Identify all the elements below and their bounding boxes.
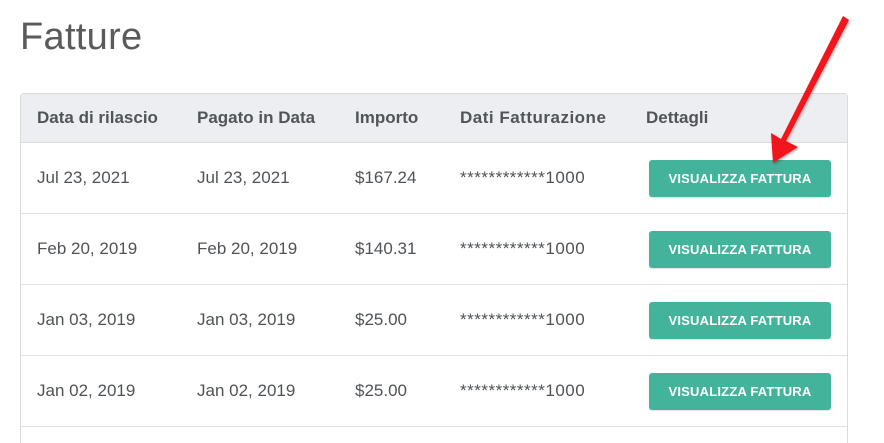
paid-date-cell: Jan 02, 2019 xyxy=(197,381,296,400)
paid-date-cell: Jul 23, 2021 xyxy=(197,168,290,187)
issue-date-cell: Jan 03, 2019 xyxy=(37,310,136,329)
issue-date-cell: Feb 20, 2019 xyxy=(37,239,138,258)
table-row: Feb 20, 2019 Feb 20, 2019 $140.31 ******… xyxy=(21,214,847,285)
billing-info-cell: ************1000 xyxy=(460,381,586,400)
details-cell: VISUALIZZA FATTURA xyxy=(646,372,847,410)
amount-cell: $25.00 xyxy=(355,310,407,329)
details-cell: VISUALIZZA FATTURA xyxy=(646,230,847,268)
table-header: Data di rilascio Pagato in Data Importo … xyxy=(21,94,847,143)
header-amount: Importo xyxy=(355,108,419,127)
table-row: Jul 23, 2021 Jul 23, 2021 $167.24 ******… xyxy=(21,143,847,214)
billing-info-cell: ************1000 xyxy=(460,310,586,329)
billing-info-cell: ************1000 xyxy=(460,239,586,258)
table-row: Jan 03, 2019 Jan 03, 2019 $25.00 *******… xyxy=(21,285,847,356)
header-billing-info: Dati Fatturazione xyxy=(460,108,607,127)
amount-cell: $140.31 xyxy=(355,239,417,258)
details-cell: VISUALIZZA FATTURA xyxy=(646,159,847,197)
view-invoice-button[interactable]: VISUALIZZA FATTURA xyxy=(649,230,831,268)
invoices-table: Data di rilascio Pagato in Data Importo … xyxy=(20,93,848,443)
table-row: Jan 02, 2019 Jan 02, 2019 $25.00 *******… xyxy=(21,356,847,427)
issue-date-cell: Jan 02, 2019 xyxy=(37,381,136,400)
header-details: Dettagli xyxy=(646,108,709,127)
billing-info-cell: ************1000 xyxy=(460,168,586,187)
issue-date-cell: Jul 23, 2021 xyxy=(37,168,130,187)
invoices-page: Fatture Data di rilascio Pagato in Data … xyxy=(0,0,884,443)
details-cell: VISUALIZZA FATTURA xyxy=(646,301,847,339)
view-invoice-button[interactable]: VISUALIZZA FATTURA xyxy=(649,159,831,197)
view-invoice-button[interactable]: VISUALIZZA FATTURA xyxy=(649,301,831,339)
amount-cell: $167.24 xyxy=(355,168,417,187)
amount-cell: $25.00 xyxy=(355,381,407,400)
header-issue-date: Data di rilascio xyxy=(37,108,158,127)
page-title: Fatture xyxy=(20,16,143,58)
paid-date-cell: Feb 20, 2019 xyxy=(197,239,298,258)
header-paid-date: Pagato in Data xyxy=(197,108,316,127)
paid-date-cell: Jan 03, 2019 xyxy=(197,310,296,329)
view-invoice-button[interactable]: VISUALIZZA FATTURA xyxy=(649,372,831,410)
